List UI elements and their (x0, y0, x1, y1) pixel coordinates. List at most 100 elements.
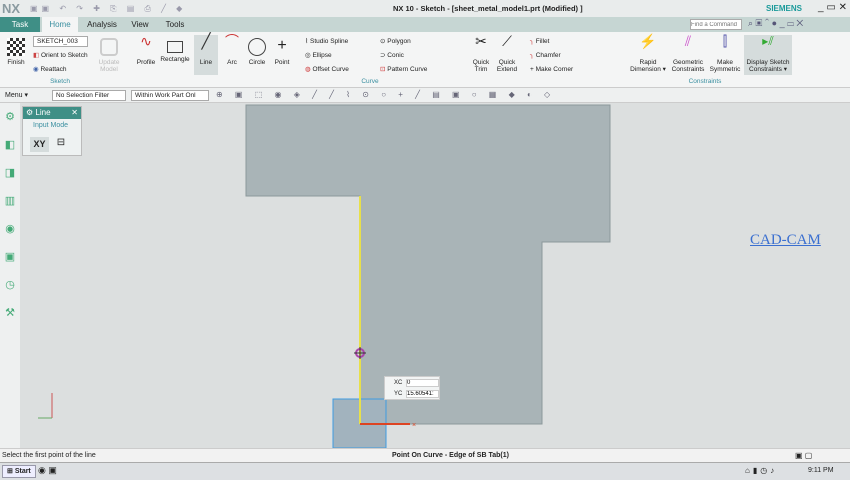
find-command-input[interactable] (690, 19, 742, 30)
update-label: Update Model (98, 59, 120, 73)
make-corner-label: Make Corner (535, 66, 574, 73)
nx-logo: NX (2, 1, 21, 16)
rectangle-label: Rectangle (160, 56, 190, 63)
quick-trim-icon: ✂ (475, 33, 487, 49)
rapid-dimension-label: Rapid Dimension ▾ (630, 59, 666, 73)
make-symmetric-icon: ⫿ (722, 33, 728, 49)
line-button[interactable]: ╱ Line (194, 33, 218, 75)
update-icon (100, 38, 118, 56)
rectangle-icon (167, 41, 183, 53)
status-bar: Select the first point of the line Point… (0, 448, 850, 462)
orient-to-sketch-button[interactable]: ◧ Orient to Sketch (33, 52, 88, 59)
quick-trim-button[interactable]: ✂ Quick Trim (470, 33, 492, 73)
reattach-label: Reattach (40, 66, 67, 73)
tab-view[interactable]: View (126, 17, 154, 32)
tab-tools[interactable]: Tools (160, 17, 190, 32)
profile-label: Profile (136, 59, 156, 66)
make-symmetric-button[interactable]: ⫿ Make Symmetric (708, 33, 742, 73)
ribbon-tabs: Task Home Analysis View Tools ⌕ ▣ ⌃ ● _ … (0, 17, 850, 32)
taskbar-app-icons[interactable]: ◉ ▣ (38, 465, 57, 476)
xc-input[interactable] (406, 379, 439, 387)
yc-label: YC (394, 391, 403, 397)
studio-spline-label: Studio Spline (309, 38, 349, 45)
help-icons[interactable]: ⌕ ▣ ⌃ ● _ ▭ ✕ (748, 18, 803, 29)
sketch-name-select[interactable]: SKETCH_003 (33, 36, 88, 47)
selection-scope-select[interactable]: Within Work Part Onl (131, 90, 209, 101)
chamfer-label: Chamfer (535, 52, 561, 59)
axis-x-marker: × (412, 422, 416, 429)
dialog-title: Line (35, 108, 51, 117)
quick-extend-button[interactable]: ⟋ Quick Extend (495, 33, 519, 73)
window-title: NX 10 - Sketch - [sheet_metal_model1.prt… (393, 4, 583, 13)
rapid-dimension-button[interactable]: ⚡ Rapid Dimension ▾ (626, 34, 670, 73)
profile-button[interactable]: ∿ Profile (134, 34, 158, 66)
line-dialog: ⚙ Line ✕ Input Mode XY ⊟ (22, 106, 82, 156)
fillet-button[interactable]: ╮ Fillet (530, 38, 549, 45)
watermark-link[interactable]: CAD-CAM (750, 232, 821, 249)
xy-mode-button[interactable]: XY (30, 137, 49, 152)
selection-filter-select[interactable]: No Selection Filter (52, 90, 126, 101)
constraints-group-label: Constraints (688, 78, 722, 85)
offset-curve-button[interactable]: ◍ Offset Curve (305, 66, 349, 73)
circle-label: Circle (248, 59, 266, 66)
tray-icons[interactable]: ⌂▮◷♪ (745, 466, 777, 475)
chamfer-button[interactable]: ╮ Chamfer (530, 52, 561, 59)
snap-status: Point On Curve - Edge of SB Tab(1) (392, 452, 509, 459)
start-button[interactable]: ⊞ Start (2, 465, 36, 478)
pattern-curve-label: Pattern Curve (387, 66, 428, 73)
window-controls[interactable]: _ ▭ ✕ (818, 2, 847, 13)
geometric-constraints-label: Geometric Constraints (671, 59, 705, 73)
arc-icon: ⌒ (225, 33, 239, 49)
status-prompt: Select the first point of the line (2, 452, 96, 459)
taskbar: ⊞ Start ◉ ▣ ⌂▮◷♪ 9:11 PM (0, 462, 850, 480)
tab-home[interactable]: Home (42, 17, 78, 32)
status-icons[interactable]: ▣ ▢ (795, 449, 812, 462)
resource-bar[interactable]: ⚙ ◧ ◨ ▥ ◉ ▣ ◷ ⚒ (0, 103, 20, 448)
fillet-label: Fillet (535, 38, 550, 45)
display-sketch-constraints-button[interactable]: ▸⫽ Display Sketch Constraints ▾ (744, 35, 792, 75)
checkered-flag-icon (7, 38, 25, 56)
reattach-button[interactable]: ◉ Reattach (33, 66, 67, 73)
arc-button[interactable]: ⌒ Arc (222, 33, 242, 66)
quick-extend-icon: ⟋ (502, 33, 512, 49)
snap-toolbar-icons[interactable]: ⊕ ▣ ⬚ ◉ ◈ ╱ ╱ ⌇ ⊙ ○ + ╱ ▤ ▣ ○ ▦ ◆ ◐ ◇ (216, 90, 555, 99)
circle-button[interactable]: Circle (246, 38, 268, 66)
arc-label: Arc (227, 59, 237, 66)
make-corner-button[interactable]: + Make Corner (530, 66, 573, 73)
parameter-mode-button[interactable]: ⊟ (53, 137, 69, 152)
resource-bar-icons[interactable]: ⚙ ◧ ◨ ▥ ◉ ▣ ◷ ⚒ (0, 103, 20, 327)
point-label: Point (274, 59, 290, 66)
yc-input[interactable] (406, 390, 439, 398)
make-symmetric-label: Make Symmetric (709, 59, 741, 73)
geometric-constraints-icon: ⫽ (684, 33, 692, 49)
update-model-button[interactable]: Update Model (96, 38, 122, 73)
geometric-constraints-button[interactable]: ⫽ Geometric Constraints (670, 33, 706, 73)
studio-spline-button[interactable]: ⌇ Studio Spline (305, 38, 348, 45)
start-label: Start (14, 468, 31, 475)
coordinate-input-box: XC YC (384, 376, 440, 400)
menu-button[interactable]: Menu ▾ (5, 91, 28, 99)
finish-button[interactable]: Finish (4, 38, 28, 66)
title-bar: NX ▣▣ ↶ ↷ ✚ ⎘ ▤ ⎙ ╱ ◆ NX 10 - Sketch - [… (0, 0, 850, 17)
point-button[interactable]: + Point (272, 37, 292, 67)
ribbon: Finish SKETCH_003 ◧ Orient to Sketch ◉ R… (0, 32, 850, 88)
quick-extend-label: Quick Extend (496, 59, 518, 73)
polygon-button[interactable]: ⊙ Polygon (380, 38, 411, 45)
siemens-logo: SIEMENS (766, 4, 803, 13)
offset-curve-label: Offset Curve (312, 66, 349, 73)
rectangle-button[interactable]: Rectangle (160, 38, 190, 63)
point-icon: + (277, 37, 287, 54)
line-icon: ╱ (201, 33, 211, 50)
quick-access-toolbar[interactable]: ▣▣ ↶ ↷ ✚ ⎘ ▤ ⎙ ╱ ◆ (30, 4, 186, 14)
input-mode-label: Input Mode (33, 122, 69, 129)
dialog-header: ⚙ Line ✕ (23, 107, 81, 119)
pattern-curve-button[interactable]: ⊡ Pattern Curve (380, 66, 427, 73)
quick-trim-label: Quick Trim (472, 59, 490, 73)
circle-icon (248, 38, 266, 56)
dialog-close-button[interactable]: ✕ (71, 107, 81, 119)
tab-task[interactable]: Task (0, 17, 40, 32)
polygon-label: Polygon (387, 38, 411, 45)
conic-button[interactable]: ⊃ Conic (380, 52, 404, 59)
tab-analysis[interactable]: Analysis (82, 17, 122, 32)
ellipse-button[interactable]: ◎ Ellipse (305, 52, 332, 59)
